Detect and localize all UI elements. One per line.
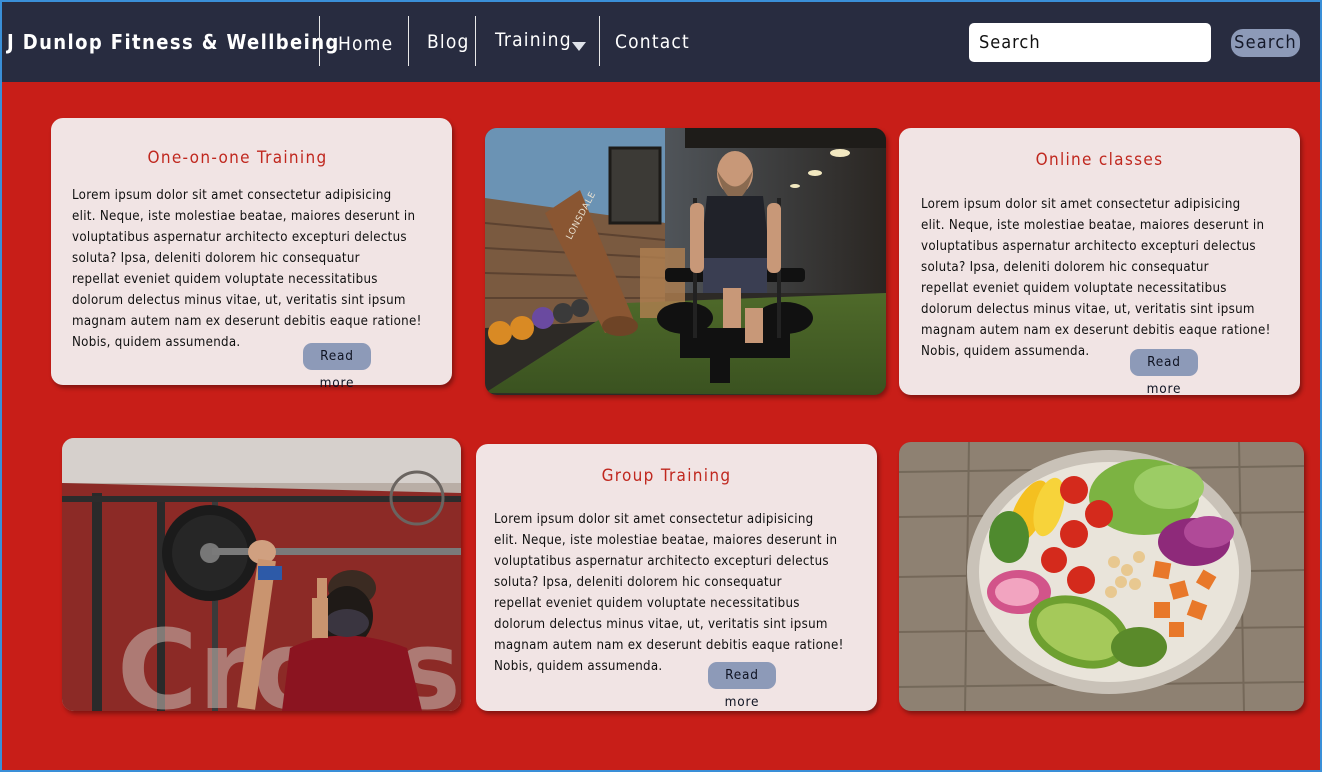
nav-divider (599, 16, 600, 66)
card-text-line: soluta? Ipsa, deleniti dolorem hic conse… (72, 251, 360, 266)
card-text-line: magnam autem nam ex deserunt debitis eaq… (921, 323, 1271, 338)
card-title: Online classes (1035, 150, 1164, 170)
card-text-line: dolorum delectus minus vitae, ut, verita… (72, 293, 406, 308)
read-more-button[interactable]: Read more (1130, 349, 1198, 397)
card-text-line: dolorum delectus minus vitae, ut, verita… (921, 302, 1255, 317)
card-title: Group Training (601, 466, 732, 486)
card-text-line: elit. Neque, iste molestiae beatae, maio… (494, 533, 838, 548)
card-title: One-on-one Training (147, 148, 328, 168)
card-body-text: Lorem ipsum dolor sit amet consectetur a… (72, 185, 422, 353)
card-text-line: repellat eveniet quidem voluptate necess… (921, 281, 1227, 296)
card-text-line: Lorem ipsum dolor sit amet consectetur a… (72, 188, 392, 203)
page-frame: J Dunlop Fitness & Wellbeing Home Blog T… (0, 0, 1322, 772)
card-text-line: voluptatibus aspernatur architecto excep… (921, 239, 1256, 254)
card-text-line: soluta? Ipsa, deleniti dolorem hic conse… (494, 575, 782, 590)
card-text-line: elit. Neque, iste molestiae beatae, maio… (921, 218, 1265, 233)
card-text-line: repellat eveniet quidem voluptate necess… (494, 596, 800, 611)
card-text-line: Lorem ipsum dolor sit amet consectetur a… (921, 197, 1241, 212)
nav-divider (408, 16, 409, 66)
card-body-text: Lorem ipsum dolor sit amet consectetur a… (921, 194, 1271, 362)
salad-bowl-photo (899, 442, 1304, 711)
nav-link-contact[interactable]: Contact (615, 31, 690, 53)
card-text-line: Lorem ipsum dolor sit amet consectetur a… (494, 512, 814, 527)
barbell-overhead-photo: Cross (62, 438, 461, 711)
card-text-line: elit. Neque, iste molestiae beatae, maio… (72, 209, 416, 224)
read-more-button[interactable]: Read more (708, 662, 776, 710)
nav-divider (319, 16, 320, 66)
card-text-line: Nobis, quidem assumenda. (494, 659, 663, 674)
card-text-line: magnam autem nam ex deserunt debitis eaq… (72, 314, 422, 329)
card-text-line: voluptatibus aspernatur architecto excep… (494, 554, 829, 569)
card-text-line: voluptatibus aspernatur architecto excep… (72, 230, 407, 245)
nav-link-blog[interactable]: Blog (427, 31, 470, 53)
navbar: J Dunlop Fitness & Wellbeing Home Blog T… (2, 2, 1320, 82)
card-text-line: soluta? Ipsa, deleniti dolorem hic conse… (921, 260, 1209, 275)
card-one-on-one-training: One-on-one Training Lorem ipsum dolor si… (51, 118, 452, 391)
search-button[interactable]: Search (1231, 29, 1300, 57)
card-body-text: Lorem ipsum dolor sit amet consectetur a… (494, 509, 844, 677)
card-text-line: magnam autem nam ex deserunt debitis eaq… (494, 638, 844, 653)
sled-push-photo: LONSDALE (485, 128, 886, 395)
card-group-training: Group Training Lorem ipsum dolor sit ame… (476, 444, 877, 711)
card-text-line: Nobis, quidem assumenda. (921, 344, 1090, 359)
card-online-classes: Online classes Lorem ipsum dolor sit ame… (899, 128, 1300, 397)
brand-title[interactable]: J Dunlop Fitness & Wellbeing (7, 30, 340, 54)
caret-down-icon[interactable] (572, 42, 586, 51)
card-text-line: repellat eveniet quidem voluptate necess… (72, 272, 378, 287)
nav-link-training[interactable]: Training (495, 29, 572, 51)
nav-divider (475, 16, 476, 66)
read-more-button[interactable]: Read more (303, 343, 371, 391)
search-input[interactable] (969, 23, 1211, 62)
card-text-line: dolorum delectus minus vitae, ut, verita… (494, 617, 828, 632)
nav-link-home[interactable]: Home (338, 33, 393, 55)
